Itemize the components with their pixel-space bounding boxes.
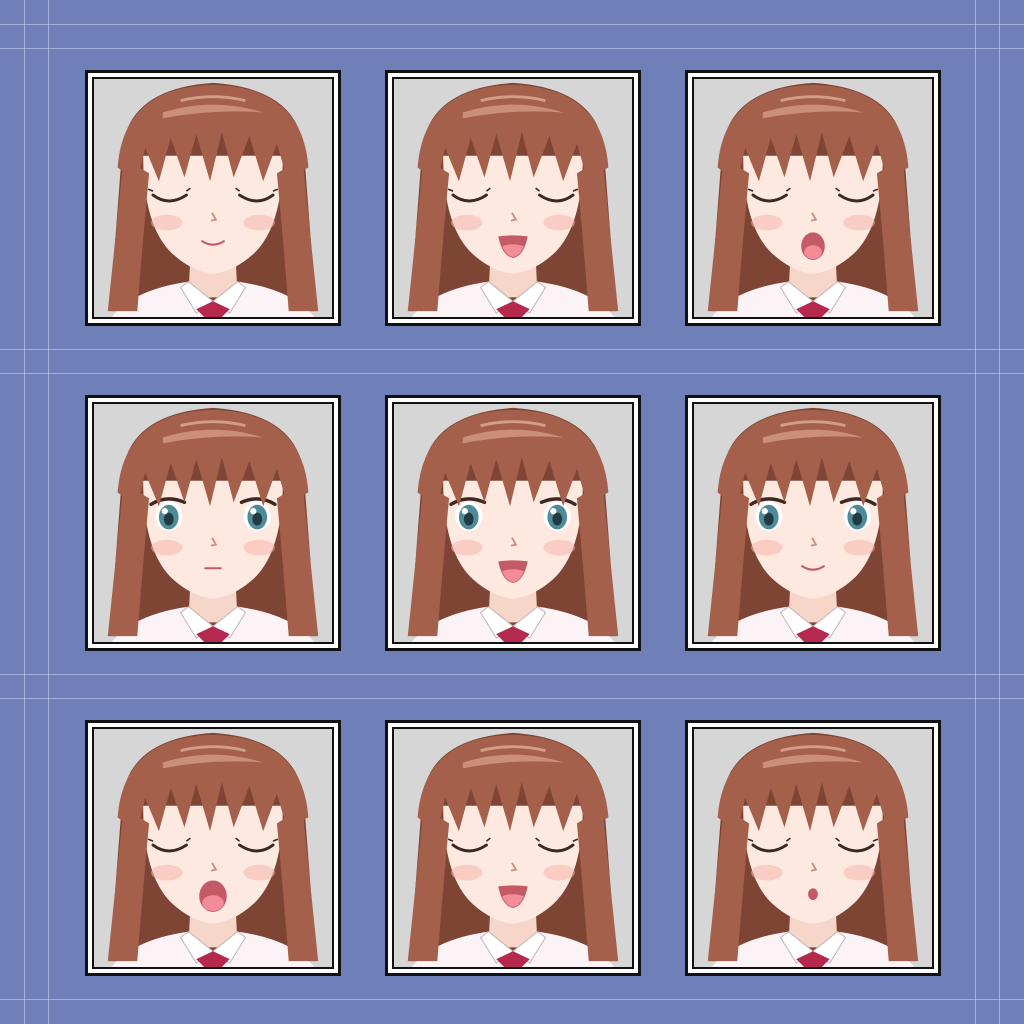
guide-line-vertical (975, 0, 976, 1024)
portrait-frame (392, 402, 634, 644)
guide-line-horizontal (0, 674, 1024, 675)
portrait-cell[interactable] (385, 70, 641, 326)
portrait-frame (392, 727, 634, 969)
portrait-cell[interactable] (385, 395, 641, 651)
character-portrait (407, 407, 619, 642)
portrait-cell[interactable] (85, 395, 341, 651)
portrait-cell[interactable] (685, 720, 941, 976)
guide-line-horizontal (0, 999, 1024, 1000)
portrait-cell[interactable] (685, 395, 941, 651)
character-portrait (107, 732, 319, 967)
portrait-cell[interactable] (385, 720, 641, 976)
guide-line-vertical (48, 0, 49, 1024)
character-portrait (407, 732, 619, 967)
portrait-frame (92, 402, 334, 644)
guide-line-horizontal (0, 349, 1024, 350)
portrait-frame (392, 77, 634, 319)
portrait-cell[interactable] (85, 720, 341, 976)
guide-line-horizontal (0, 48, 1024, 49)
portrait-frame (692, 77, 934, 319)
guide-line-horizontal (0, 373, 1024, 374)
character-portrait (407, 82, 619, 317)
portrait-frame (692, 727, 934, 969)
mouth (801, 232, 825, 260)
guide-line-vertical (999, 0, 1000, 1024)
portrait-frame (92, 77, 334, 319)
character-portrait (707, 407, 919, 642)
character-portrait (107, 407, 319, 642)
character-portrait (707, 732, 919, 967)
mouth (199, 880, 227, 912)
portrait-frame (92, 727, 334, 969)
guide-line-vertical (24, 0, 25, 1024)
portrait-cell[interactable] (685, 70, 941, 326)
mouth (808, 888, 818, 901)
character-portrait (107, 82, 319, 317)
guide-line-horizontal (0, 24, 1024, 25)
guide-line-horizontal (0, 698, 1024, 699)
portrait-frame (692, 402, 934, 644)
character-portrait (707, 82, 919, 317)
portrait-cell[interactable] (85, 70, 341, 326)
